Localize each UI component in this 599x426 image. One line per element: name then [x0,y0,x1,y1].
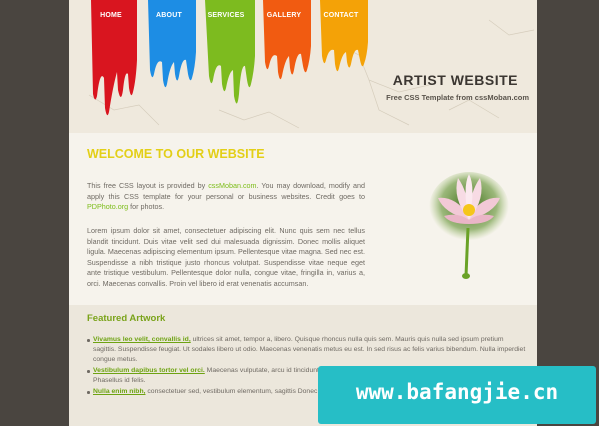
nav-services-label: SERVICES [207,12,245,19]
intro-paragraph: This free CSS layout is provided by cssM… [87,181,365,213]
pdphoto-link[interactable]: PDPhoto.org [87,202,128,211]
site-title: ARTIST WEBSITE [392,72,518,88]
intro-text-3: for photos. [128,202,165,212]
nav-contact-label: CONTACT [323,12,359,19]
featured-title: Featured Artwork [87,313,166,324]
watermark-text: www.bafangjie.cn [355,380,559,404]
lotus-flower-image [429,172,509,279]
intro-text-1: This free CSS layout is provided by [87,181,209,190]
nav-gallery-label: GALLERY [266,12,302,19]
welcome-heading: WELCOME TO OUR WEBSITE [87,147,265,161]
nav-gallery[interactable]: GALLERY [260,0,311,100]
nav-about[interactable]: ABOUT [145,0,196,100]
nav-services[interactable]: SERVICES [202,0,255,104]
nav-home[interactable]: HOME [87,0,137,116]
nav-home-label: HOME [100,12,122,19]
list-item: Vivamus leo velit, convallis id, ultrice… [87,335,527,365]
cssmoban-link[interactable]: cssMoban.com [208,181,256,190]
featured-link-3[interactable]: Nulla enim nibh, [93,388,146,395]
lorem-paragraph: Lorem ipsum dolor sit amet, consectetuer… [87,226,365,288]
featured-link-2[interactable]: Vestibulum dapibus tortor vel orci. [93,367,205,374]
watermark-banner: www.bafangjie.cn [318,366,596,424]
featured-link-1[interactable]: Vivamus leo velit, convallis id, [93,336,191,343]
page-container: HOME ABOUT SERVICES GALLERY CONTACT ARTI… [69,0,537,426]
nav-about-label: ABOUT [156,12,182,19]
header: HOME ABOUT SERVICES GALLERY CONTACT ARTI… [69,0,537,133]
site-subtitle: Free CSS Template from cssMoban.com [386,93,529,102]
nav-contact[interactable]: CONTACT [317,0,368,100]
